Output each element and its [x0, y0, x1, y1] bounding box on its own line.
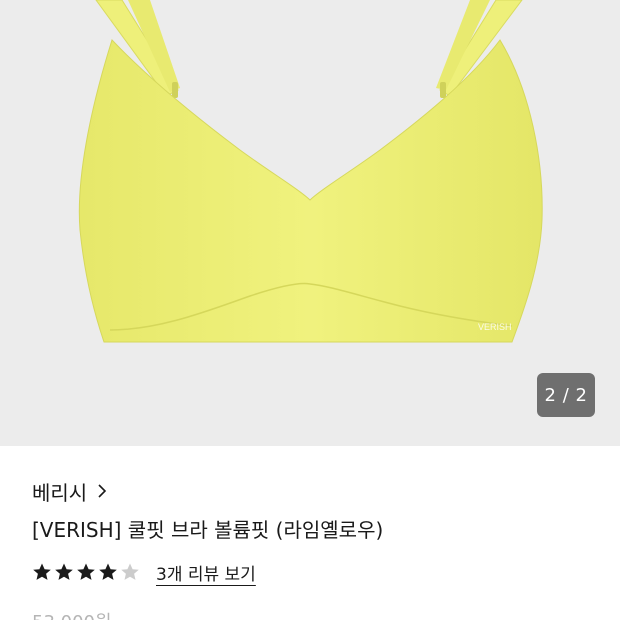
product-image-gallery[interactable]: VERISH 2 / 2: [0, 0, 620, 446]
product-photo: VERISH: [78, 0, 543, 343]
rating-row: 3개 리뷰 보기: [32, 558, 256, 586]
chevron-right-icon: [98, 484, 107, 498]
star-filled-icon: [77, 563, 95, 580]
view-reviews-link[interactable]: 3개 리뷰 보기: [156, 560, 256, 585]
price: 53,000원: [32, 608, 112, 620]
brand-link[interactable]: 베리시: [32, 476, 107, 506]
svg-text:VERISH: VERISH: [478, 322, 512, 332]
star-rating: [32, 562, 142, 582]
star-filled-icon: [99, 563, 117, 580]
product-title: [VERISH] 쿨핏 브라 볼륨핏 (라임옐로우): [32, 518, 384, 542]
brand-name: 베리시: [32, 480, 88, 505]
image-page-indicator: 2 / 2: [537, 373, 595, 417]
star-empty-icon: [121, 563, 139, 580]
star-filled-icon: [33, 563, 51, 580]
star-filled-icon: [55, 563, 73, 580]
